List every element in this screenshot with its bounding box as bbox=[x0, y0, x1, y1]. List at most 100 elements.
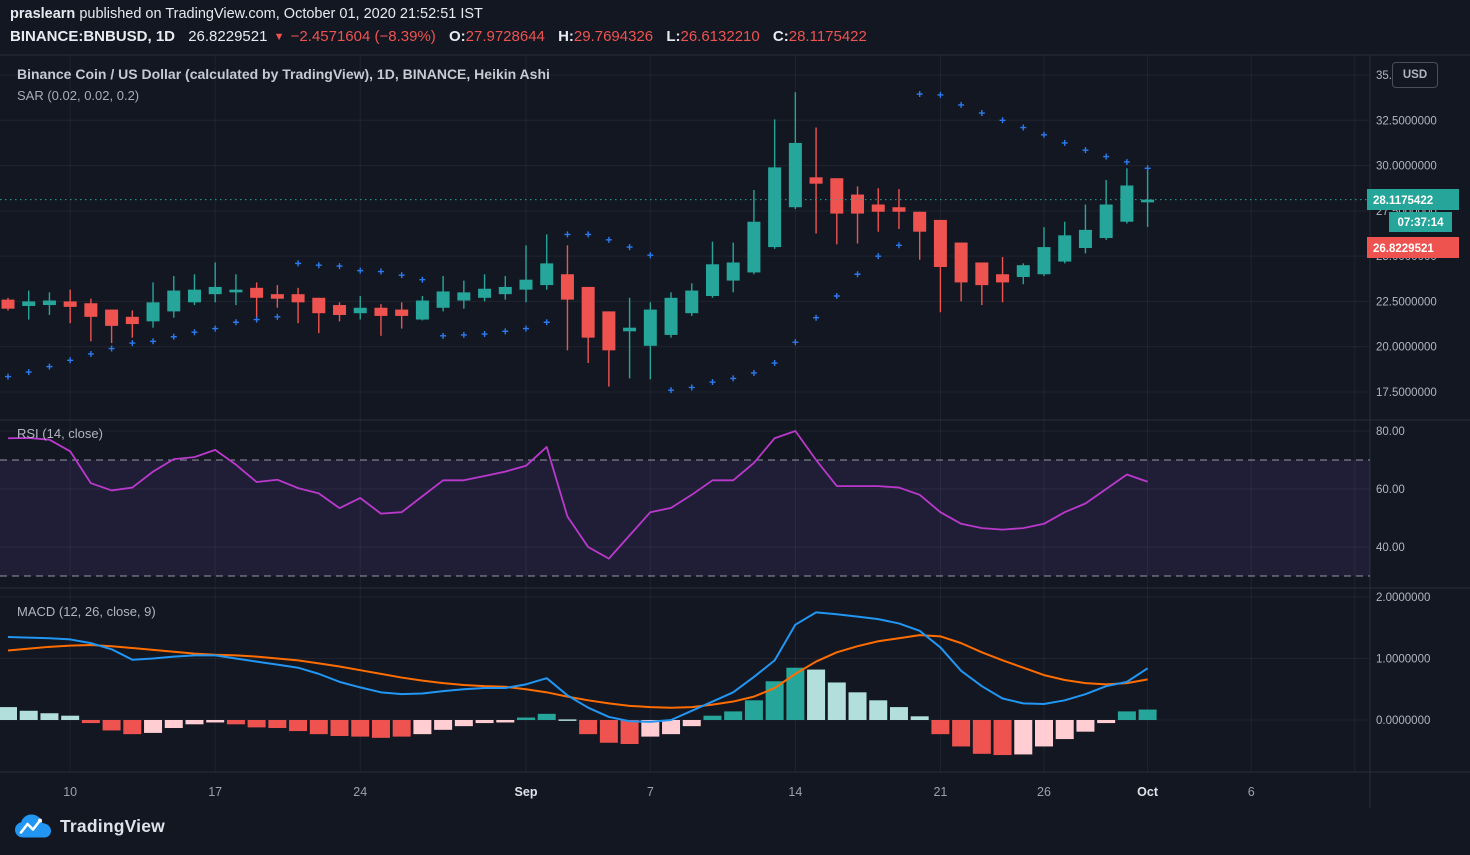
candle bbox=[747, 222, 760, 273]
sar-dot bbox=[150, 338, 156, 344]
macd-histogram-bar bbox=[931, 720, 949, 734]
sar-dot bbox=[523, 326, 529, 332]
time-axis[interactable]: 101724Sep7142126Oct6 bbox=[63, 785, 1255, 799]
candle bbox=[789, 143, 802, 207]
candle bbox=[1017, 265, 1030, 277]
macd-histogram-bar bbox=[455, 720, 473, 726]
sar-dot bbox=[191, 329, 197, 335]
macd-histogram-bar bbox=[1076, 720, 1094, 732]
macd-line bbox=[8, 612, 1148, 721]
sar-dot bbox=[233, 319, 239, 325]
tradingview-logo-text: TradingView bbox=[60, 816, 165, 837]
candle bbox=[582, 287, 595, 338]
price-tick-label: 1.0000000 bbox=[1376, 654, 1430, 666]
macd-histogram-bar bbox=[952, 720, 970, 746]
sar-dot bbox=[813, 315, 819, 321]
macd-histogram-bar bbox=[185, 720, 203, 724]
macd-indicator-label[interactable]: MACD (12, 26, close, 9) bbox=[17, 604, 156, 619]
currency-toggle-button[interactable]: USD bbox=[1392, 62, 1438, 88]
sar-dot bbox=[440, 333, 446, 339]
sar-dot bbox=[585, 231, 591, 237]
sar-dots-layer bbox=[5, 91, 1151, 393]
sar-dot bbox=[337, 263, 343, 269]
candle bbox=[22, 301, 35, 306]
candle bbox=[1079, 230, 1092, 248]
macd-histogram-bar bbox=[517, 718, 535, 720]
macd-histogram-bar bbox=[496, 720, 514, 722]
price-change: −2.4571604 (−8.39%) bbox=[291, 28, 436, 45]
macd-histogram-bar bbox=[973, 720, 991, 754]
sar-dot bbox=[606, 237, 612, 243]
sar-dot bbox=[1041, 132, 1047, 138]
time-tick-label: 7 bbox=[647, 785, 654, 799]
macd-histogram-bar bbox=[890, 707, 908, 720]
sar-dot bbox=[46, 364, 52, 370]
candle bbox=[188, 290, 201, 303]
candle bbox=[892, 207, 905, 212]
price-axis[interactable]: 35.000000032.500000030.000000027.5000000… bbox=[1367, 70, 1459, 727]
down-arrow-icon: ▼ bbox=[274, 31, 285, 43]
macd-histogram-bar bbox=[1014, 720, 1032, 754]
macd-histogram-bar bbox=[310, 720, 328, 734]
sar-dot bbox=[67, 357, 73, 363]
sar-dot bbox=[979, 110, 985, 116]
macd-signal-line bbox=[8, 635, 1148, 708]
sar-dot bbox=[88, 351, 94, 357]
sar-indicator-label[interactable]: SAR (0.02, 0.02, 0.2) bbox=[17, 88, 139, 103]
rsi-indicator-label[interactable]: RSI (14, close) bbox=[17, 426, 103, 441]
tradingview-logo[interactable]: TradingView bbox=[14, 813, 165, 839]
sar-dot bbox=[937, 92, 943, 98]
candle bbox=[209, 287, 222, 294]
macd-histogram-bar bbox=[103, 720, 121, 730]
sar-dot bbox=[399, 272, 405, 278]
candle bbox=[64, 301, 77, 306]
price-tick-label: 40.00 bbox=[1376, 542, 1405, 554]
macd-histogram-bar bbox=[331, 720, 349, 736]
candle bbox=[540, 263, 553, 285]
candle bbox=[768, 167, 781, 247]
sar-dot bbox=[647, 252, 653, 258]
candle bbox=[43, 301, 56, 306]
macd-histogram-bar bbox=[61, 716, 79, 720]
price-tick-label: 60.00 bbox=[1376, 484, 1405, 496]
candle bbox=[499, 287, 512, 294]
macd-histogram-bar bbox=[579, 720, 597, 734]
candle bbox=[167, 291, 180, 312]
macd-histogram-bar bbox=[227, 720, 245, 724]
macd-histogram-bar bbox=[144, 720, 162, 733]
candle bbox=[706, 264, 719, 296]
macd-histogram-bar bbox=[558, 719, 576, 721]
sar-dot bbox=[896, 242, 902, 248]
macd-histogram-bar bbox=[807, 670, 825, 720]
sar-dot bbox=[357, 268, 363, 274]
low-label: L: bbox=[666, 28, 680, 45]
time-tick-label: Oct bbox=[1137, 785, 1159, 799]
candle bbox=[374, 308, 387, 316]
chart-canvas[interactable]: 35.000000032.500000030.000000027.5000000… bbox=[0, 0, 1470, 855]
chart-title: Binance Coin / US Dollar (calculated by … bbox=[17, 66, 550, 82]
sar-dot bbox=[502, 328, 508, 334]
macd-histogram-bar bbox=[351, 720, 369, 737]
open-value: 27.9728644 bbox=[466, 28, 545, 45]
sar-dot bbox=[482, 331, 488, 337]
sar-dot bbox=[751, 370, 757, 376]
publish-info-bar: praslearn published on TradingView.com, … bbox=[10, 6, 483, 22]
candle bbox=[830, 178, 843, 213]
sar-dot bbox=[564, 231, 570, 237]
sar-dot bbox=[378, 269, 384, 275]
candle bbox=[333, 305, 346, 315]
candle bbox=[520, 280, 533, 290]
macd-histogram-bar bbox=[662, 720, 680, 734]
sar-dot bbox=[295, 260, 301, 266]
candle bbox=[84, 303, 97, 317]
candle bbox=[271, 294, 284, 299]
macd-histogram-bar bbox=[683, 720, 701, 726]
macd-histogram-bar bbox=[745, 700, 763, 720]
candle bbox=[105, 310, 118, 326]
sar-dot bbox=[1145, 165, 1151, 171]
sar-dot bbox=[875, 253, 881, 259]
high-value: 29.7694326 bbox=[574, 28, 653, 45]
time-tick-label: 10 bbox=[63, 785, 77, 799]
candle bbox=[147, 302, 160, 321]
axis-label-text: 26.8229521 bbox=[1373, 243, 1434, 255]
